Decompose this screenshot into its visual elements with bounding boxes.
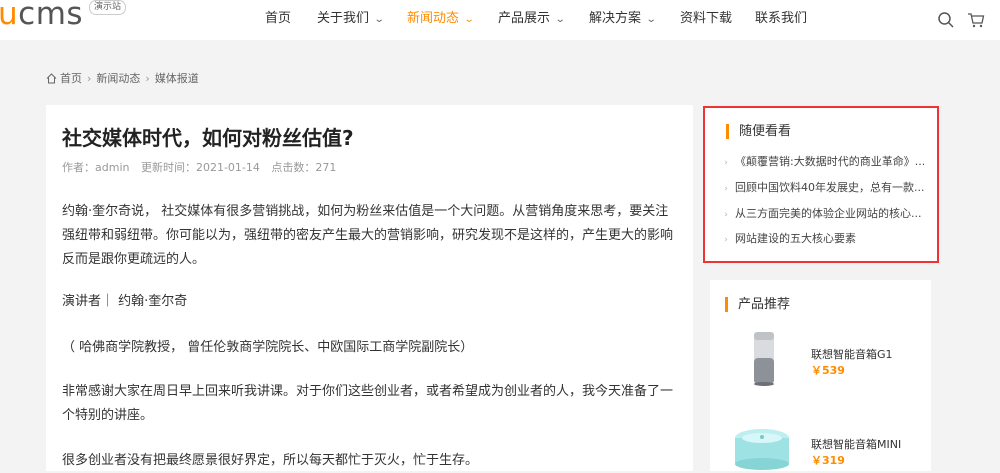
bullet-icon: › [724,234,728,245]
nav-item-home[interactable]: 首页 [265,11,291,27]
nav-item-contact[interactable]: 联系我们 [755,11,807,27]
article-author: 作者：admin [62,161,130,174]
random-articles-title: 随便看看 [725,124,792,139]
cart-icon[interactable] [967,11,985,29]
bullet-icon: › [724,209,728,220]
bullet-icon: › [724,157,728,168]
breadcrumb: 首页 › 新闻动态 › 媒体报道 [46,71,199,87]
breadcrumb-media[interactable]: 媒体报道 [155,72,199,85]
nav-item-solutions[interactable]: 解决方案 ⌄ [589,11,657,28]
nav-item-products[interactable]: 产品展示 ⌄ [498,11,566,28]
product-recommend-title: 产品推荐 [724,297,791,312]
random-article-link[interactable]: › 《颠覆营销:大数据时代的商业革命》... [724,155,924,170]
nav-item-news[interactable]: 新闻动态 ⌄ [407,11,475,28]
product-name[interactable]: 联想智能音箱MINI [811,438,901,452]
article-paragraph: 约翰·奎尔奇说， 社交媒体有很多营销挑战，如何为粉丝来估值是一个大问题。从营销角… [62,204,674,267]
nav-item-downloads[interactable]: 资料下载 [680,11,732,27]
random-article-link[interactable]: › 从三方面完美的体验企业网站的核心... [724,207,924,222]
product-name[interactable]: 联想智能音箱G1 [811,348,893,362]
bullet-icon: › [724,183,728,194]
site-header: ucms 演示站 首页 关于我们 ⌄ 新闻动态 ⌄ 产品展示 ⌄ 解决方案 ⌄ 资料下载… [0,0,1000,40]
breadcrumb-news[interactable]: 新闻动态 [96,72,140,85]
site-logo[interactable]: ucms [0,0,83,34]
random-article-link[interactable]: › 网站建设的五大核心要素 [724,232,924,247]
product-image-speaker-mini[interactable] [732,426,792,471]
breadcrumb-home[interactable]: 首页 [60,72,82,85]
random-article-link[interactable]: › 回顾中国饮料40年发展史，总有一款... [724,181,924,196]
article-paragraph: 非常感谢大家在周日早上回来听我讲课。对于你们这些创业者，或者希望成为创业者的人，… [62,384,674,423]
demo-badge: 演示站 [89,0,127,15]
chevron-down-icon: ⌄ [463,14,475,25]
product-image-speaker-g1[interactable] [747,328,781,388]
article-paragraph: （ 哈佛商学院教授， 曾任伦敦商学院院长、中欧国际工商学院副院长） [62,340,474,355]
chevron-down-icon: ⌄ [554,14,566,25]
article-views: 点击数：271 [271,161,337,174]
search-icon[interactable] [937,11,955,29]
article-updated: 更新时间：2021-01-14 [140,161,260,174]
chevron-right-icon: › [145,72,150,85]
product-recommend-panel: 产品推荐 联想智能音箱G1 ￥539 联想智能音箱MINI ￥319 [710,280,931,471]
chevron-down-icon: ⌄ [645,14,657,25]
nav-item-about[interactable]: 关于我们 ⌄ [317,11,385,28]
chevron-right-icon: › [87,72,92,85]
random-articles-panel: 随便看看 › 《颠覆营销:大数据时代的商业革命》... › 回顾中国饮料40年发展史… [703,106,939,263]
product-price: ￥539 [811,364,845,377]
article-title: 社交媒体时代，如何对粉丝估值? [62,126,354,150]
home-icon [46,73,57,84]
article-meta: 作者：admin 更新时间：2021-01-14 点击数：271 [62,160,344,176]
product-price: ￥319 [811,454,845,467]
article-panel: 社交媒体时代，如何对粉丝估值? 作者：admin 更新时间：2021-01-14… [46,105,693,471]
article-paragraph: 演讲者｜ 约翰·奎尔奇 [62,294,188,309]
chevron-down-icon: ⌄ [373,14,385,25]
article-paragraph: 很多创业者没有把最终愿景很好界定，所以每天都忙于灭火，忙于生存。 [62,453,479,468]
